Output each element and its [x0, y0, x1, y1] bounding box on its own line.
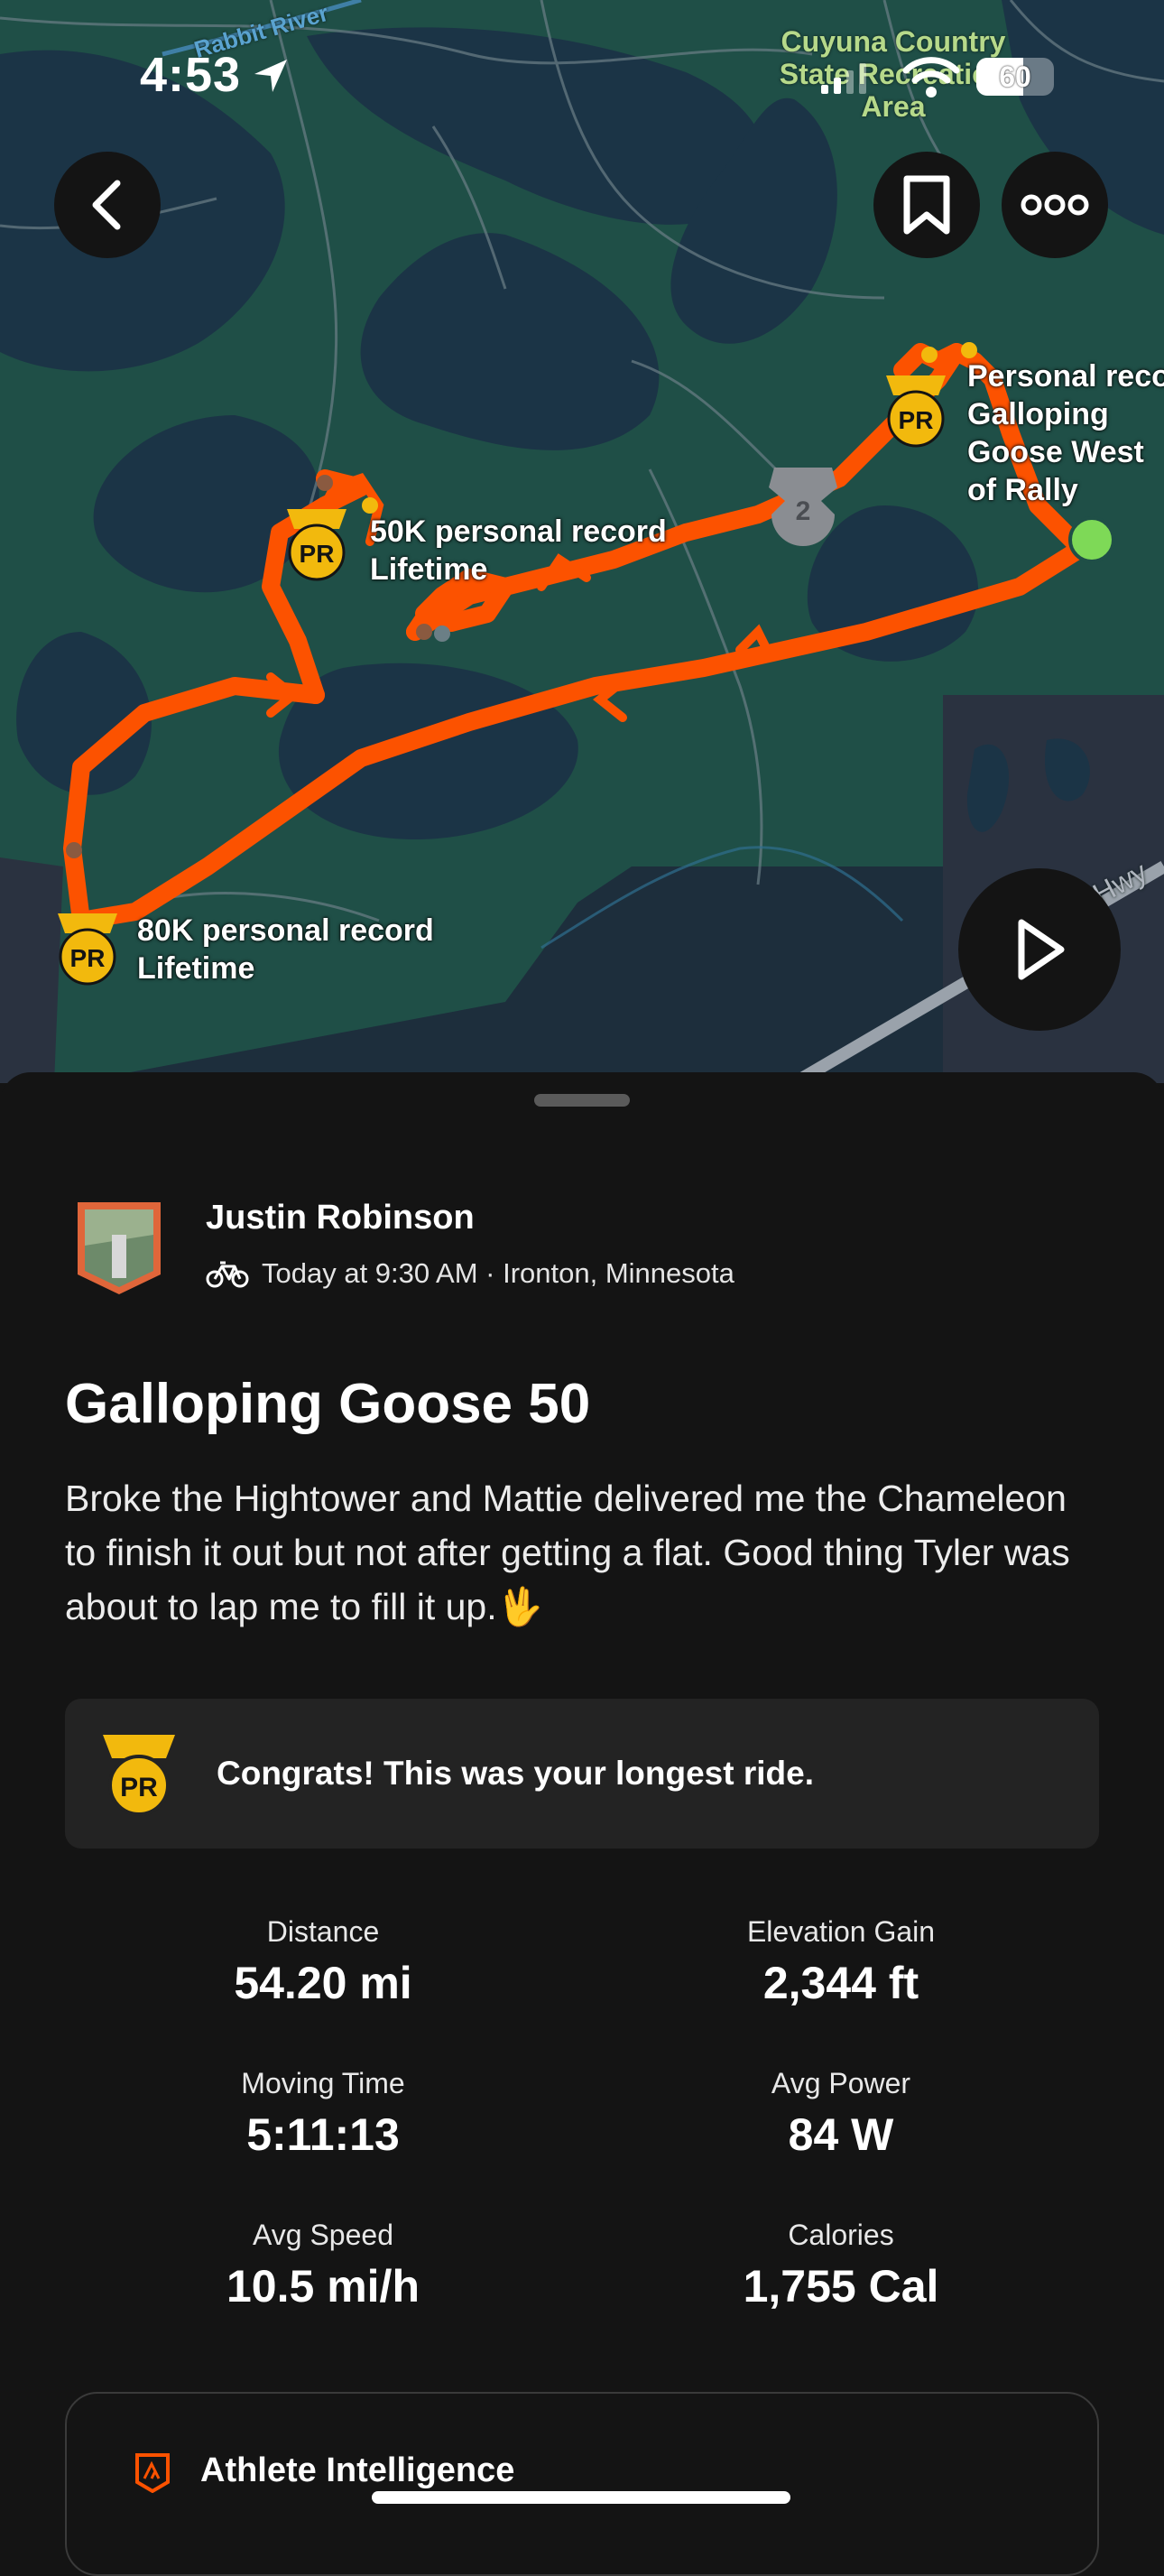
stat-value: 54.20 mi	[234, 1958, 412, 2008]
home-indicator[interactable]	[372, 2491, 790, 2504]
description-text: Broke the Hightower and Mattie delivered…	[65, 1478, 1070, 1627]
pr-label-subtitle: Lifetime	[370, 552, 488, 587]
activity-date-location: Today at 9:30 AM · Ironton, Minnesota	[262, 1257, 734, 1289]
play-flyover-button[interactable]	[958, 868, 1121, 1031]
pr-label-title: 80K personal record	[137, 913, 434, 948]
stat-label: Avg Power	[771, 2067, 911, 2099]
route-map[interactable]: 2 Cuyuna Country State Recreation Area R…	[0, 0, 1164, 1083]
stat-label: Calories	[788, 2219, 894, 2251]
location-arrow-icon	[254, 60, 287, 92]
bookmark-button[interactable]	[873, 152, 980, 258]
stat-label: Moving Time	[241, 2067, 405, 2099]
stat-label: Elevation Gain	[746, 1915, 936, 1948]
stat-label: Distance	[266, 1915, 380, 1948]
vulcan-salute-emoji: 🖖	[496, 1586, 543, 1627]
activity-description: Broke the Hightower and Mattie delivered…	[65, 1471, 1103, 1634]
stat-moving-time: Moving Time 5:11:13	[97, 2063, 549, 2161]
pr-medal-icon[interactable]: PR	[882, 372, 949, 449]
stat-value: 1,755 Cal	[743, 2261, 939, 2312]
stat-avg-power: Avg Power 84 W	[615, 2063, 1067, 2161]
pr-label-title: 50K personal record	[370, 514, 667, 549]
stat-elevation: Elevation Gain 2,344 ft	[615, 1912, 1067, 2009]
achievement-text: Congrats! This was your longest ride.	[217, 1755, 814, 1792]
athlete-intelligence-card[interactable]: Athlete Intelligence	[65, 2392, 1099, 2576]
svg-text:PR: PR	[899, 406, 934, 434]
sheet-drag-handle[interactable]	[534, 1094, 630, 1107]
pr-label-subtitle: Lifetime	[137, 951, 255, 986]
activity-sheet: Justin Robinson Today at 9:30 AM · Iront…	[0, 1072, 1164, 2576]
bike-icon	[206, 1261, 249, 1288]
achievement-banner: PR Congrats! This was your longest ride.	[65, 1699, 1099, 1849]
pr-label-segment: Personal record Galloping Goose West of …	[967, 357, 1164, 509]
activity-meta: Today at 9:30 AM · Ironton, Minnesota	[206, 1257, 734, 1290]
pr-label-title: Personal record	[967, 359, 1164, 394]
battery-icon: 60	[976, 58, 1054, 96]
pr-medal-icon[interactable]: PR	[54, 910, 121, 987]
svg-text:PR: PR	[120, 1773, 158, 1802]
athlete-intelligence-title: Athlete Intelligence	[200, 2451, 515, 2489]
status-bar: 4:53 60	[0, 0, 1164, 153]
more-options-button[interactable]	[1002, 152, 1108, 258]
pr-label-80k: 80K personal record Lifetime	[137, 912, 434, 987]
svg-text:PR: PR	[70, 944, 106, 972]
activity-title: Galloping Goose 50	[65, 1373, 591, 1435]
chevron-left-icon	[92, 180, 121, 230]
athlete-avatar[interactable]	[72, 1199, 166, 1298]
stat-distance: Distance 54.20 mi	[97, 1912, 549, 2009]
route-start-marker	[1068, 516, 1115, 563]
stat-value: 10.5 mi/h	[226, 2261, 420, 2312]
stat-calories: Calories 1,755 Cal	[615, 2215, 1067, 2312]
pr-label-subtitle: Galloping Goose West of Rally	[967, 397, 1144, 507]
stat-value: 5:11:13	[246, 2109, 400, 2160]
back-button[interactable]	[54, 152, 161, 258]
pr-medal-icon[interactable]: PR	[283, 505, 350, 583]
stat-value: 2,344 ft	[762, 1958, 919, 2008]
status-time: 4:53	[140, 48, 242, 102]
stat-value: 84 W	[788, 2109, 894, 2160]
pr-label-50k: 50K personal record Lifetime	[370, 513, 667, 588]
stat-label: Avg Speed	[253, 2219, 393, 2251]
play-icon	[1018, 919, 1065, 980]
pr-medal-icon: PR	[103, 1735, 175, 1816]
cellular-signal-icon	[821, 63, 866, 94]
wifi-icon	[902, 57, 960, 97]
athlete-name[interactable]: Justin Robinson	[206, 1199, 475, 1237]
strava-logo-icon	[135, 2453, 170, 2493]
svg-text:PR: PR	[300, 540, 335, 568]
battery-percent: 60	[999, 60, 1031, 93]
more-dots-icon	[1021, 194, 1089, 216]
bookmark-icon	[903, 175, 950, 235]
stat-avg-speed: Avg Speed 10.5 mi/h	[97, 2215, 549, 2312]
svg-text:2: 2	[796, 496, 811, 526]
